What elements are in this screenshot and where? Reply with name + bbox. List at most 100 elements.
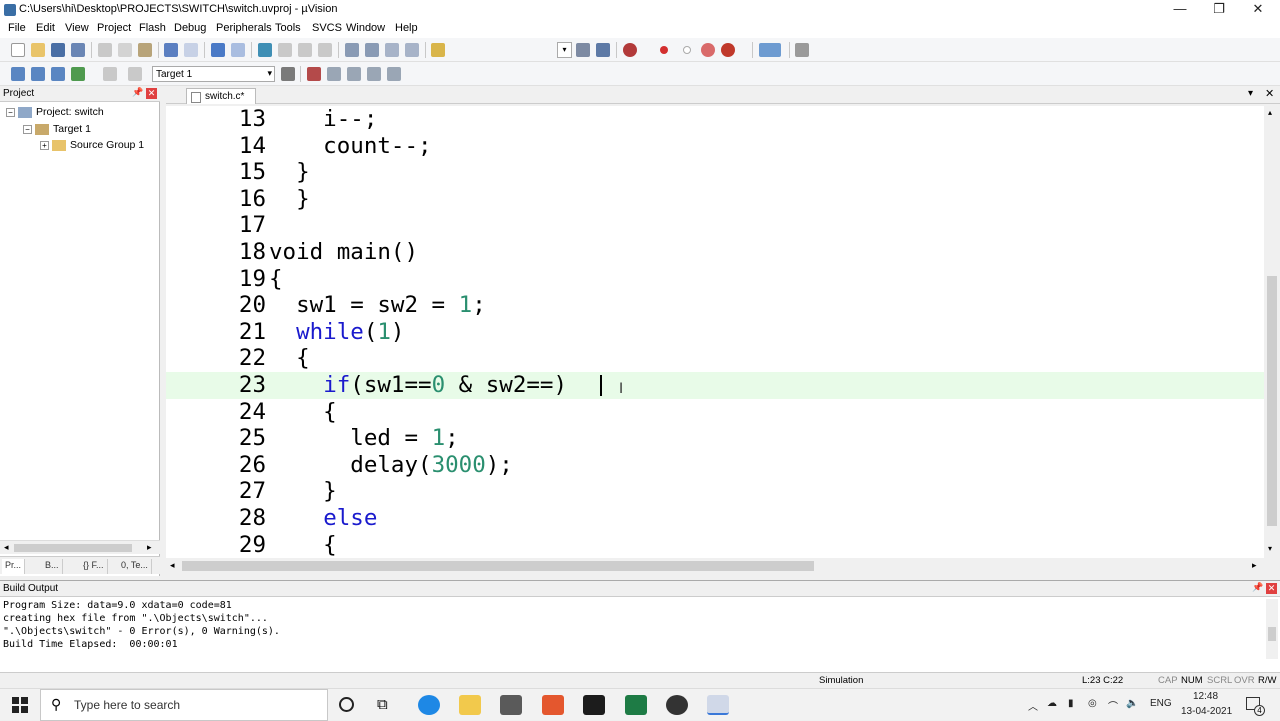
tab-templates[interactable]: 0, Te... (118, 559, 152, 574)
batch-build-icon[interactable] (71, 67, 85, 81)
tray-date[interactable]: 13-04-2021 (1181, 706, 1232, 717)
menu-window[interactable]: Window (346, 22, 385, 34)
stop-build-icon[interactable] (103, 67, 117, 81)
menu-edit[interactable]: Edit (36, 22, 55, 34)
menu-svcs[interactable]: SVCS (312, 22, 342, 34)
tray-time[interactable]: 12:48 (1193, 691, 1218, 702)
code-line[interactable]: 20 sw1 = sw2 = 1; (166, 292, 1264, 319)
cortana-icon[interactable] (339, 697, 354, 712)
code-line[interactable]: 14 count--; (166, 133, 1264, 160)
code-line[interactable]: 27 } (166, 478, 1264, 505)
code-line-current[interactable]: 23 if(sw1==0 & sw2==) I (166, 372, 1264, 399)
tray-network-icon[interactable]: ◎ (1088, 698, 1097, 709)
code-line[interactable]: 26 delay(3000); (166, 452, 1264, 479)
find-combo-dropdown[interactable]: ▾ (557, 42, 572, 58)
tray-wifi-icon[interactable]: ⌒ (1108, 698, 1118, 713)
windows-start-icon[interactable] (12, 697, 28, 713)
new-file-icon[interactable] (11, 43, 25, 57)
disable-breakpoint-icon[interactable] (683, 46, 691, 54)
manage-project-items-icon[interactable] (307, 67, 321, 81)
project-horizontal-scrollbar[interactable]: ◂ ▸ (0, 540, 160, 554)
code-line[interactable]: 28 else (166, 505, 1264, 532)
disable-all-breakpoints-icon[interactable] (701, 43, 715, 57)
build-output-scrollbar[interactable] (1266, 599, 1278, 659)
menu-help[interactable]: Help (395, 22, 418, 34)
code-line[interactable]: 18 void main() (166, 239, 1264, 266)
pin-icon[interactable]: 📌 (132, 87, 143, 98)
tray-battery-icon[interactable]: ▮ (1068, 698, 1074, 709)
paste-icon[interactable] (138, 43, 152, 57)
code-line[interactable]: 19{ (166, 266, 1264, 293)
pin-icon[interactable]: 📌 (1252, 582, 1263, 593)
close-icon[interactable]: ✕ (146, 88, 157, 99)
close-icon[interactable]: ✕ (1266, 583, 1277, 594)
office-icon[interactable] (542, 695, 564, 715)
editor-horizontal-scroll-thumb[interactable] (182, 561, 814, 571)
cut-icon[interactable] (98, 43, 112, 57)
select-packs-icon[interactable] (327, 67, 341, 81)
tray-chevron-up-icon[interactable]: ︿ (1028, 698, 1038, 713)
next-bookmark-icon[interactable] (298, 43, 312, 57)
close-tab-icon[interactable]: ✕ (1265, 87, 1274, 100)
file-explorer-icon[interactable] (459, 695, 481, 715)
rebuild-icon[interactable] (51, 67, 65, 81)
tray-cloud-icon[interactable]: ☁ (1047, 698, 1057, 709)
tab-switch-c[interactable]: switch.c* (186, 88, 256, 104)
collapse-icon[interactable]: − (6, 107, 15, 117)
bookmark-icon[interactable] (258, 43, 272, 57)
code-line[interactable]: 25 led = 1; (166, 425, 1264, 452)
tree-item-source-group[interactable]: + Source Group 1 (40, 139, 144, 151)
save-icon[interactable] (51, 43, 65, 57)
translate-icon[interactable] (11, 67, 25, 81)
menu-flash[interactable]: Flash (139, 22, 166, 34)
minimize-button[interactable]: — (1160, 0, 1200, 20)
editor-horizontal-scrollbar[interactable]: ◂ ▸ (166, 558, 1264, 574)
copy-icon[interactable] (118, 43, 132, 57)
comment-icon[interactable] (385, 43, 399, 57)
code-line[interactable]: 24 { (166, 399, 1264, 426)
navigate-back-icon[interactable] (211, 43, 225, 57)
find-in-files-icon[interactable] (431, 43, 445, 57)
unindent-icon[interactable] (365, 43, 379, 57)
save-all-icon[interactable] (71, 43, 85, 57)
code-line[interactable]: 13 i--; (166, 106, 1264, 133)
undo-icon[interactable] (164, 43, 178, 57)
menu-file[interactable]: File (8, 22, 26, 34)
menu-tools[interactable]: Tools (275, 22, 301, 34)
code-line[interactable]: 16 } (166, 186, 1264, 213)
mail-icon[interactable] (500, 695, 522, 715)
tab-books[interactable]: B... (42, 559, 63, 574)
tree-item-target[interactable]: − Target 1 (23, 123, 91, 135)
prev-bookmark-icon[interactable] (278, 43, 292, 57)
navigate-forward-icon[interactable] (231, 43, 245, 57)
code-editor[interactable]: 13 i--; 14 count--; 15 } 16 } 17 18 void main(… (166, 106, 1264, 558)
tree-item-project[interactable]: − Project: switch (6, 106, 104, 118)
code-line[interactable]: 15 } (166, 159, 1264, 186)
download-icon[interactable] (128, 67, 142, 81)
open-file-icon[interactable] (31, 43, 45, 57)
debug-session-icon[interactable] (623, 43, 637, 57)
tab-project[interactable]: Pr... (2, 559, 26, 574)
code-line[interactable]: 29 { (166, 532, 1264, 558)
configure-icon[interactable] (795, 43, 809, 57)
tray-volume-icon[interactable]: 🔈 (1126, 698, 1138, 709)
editor-vertical-scrollbar[interactable]: ▴ ▾ (1264, 106, 1280, 558)
edge-browser-icon[interactable] (418, 695, 440, 715)
expand-icon[interactable]: + (40, 140, 49, 150)
taskbar-search-box[interactable]: ⚲ Type here to search (40, 689, 328, 721)
menu-view[interactable]: View (65, 22, 89, 34)
build-icon[interactable] (31, 67, 45, 81)
find-icon[interactable] (576, 43, 590, 57)
task-view-icon[interactable]: ⧉ (377, 696, 388, 713)
target-select[interactable]: Target 1 ▾ (152, 66, 275, 82)
code-line[interactable]: 22 { (166, 345, 1264, 372)
tab-functions[interactable]: {} F... (80, 559, 108, 574)
tab-list-dropdown-icon[interactable]: ▾ (1248, 88, 1253, 99)
target-options-icon[interactable] (281, 67, 295, 81)
collapse-icon[interactable]: − (23, 124, 32, 134)
close-window-button[interactable]: ✕ (1238, 0, 1278, 20)
menu-debug[interactable]: Debug (174, 22, 206, 34)
editor-vertical-scroll-thumb[interactable] (1267, 276, 1277, 526)
window-layout-icon[interactable] (759, 43, 781, 57)
software-packs-icon[interactable] (387, 67, 401, 81)
